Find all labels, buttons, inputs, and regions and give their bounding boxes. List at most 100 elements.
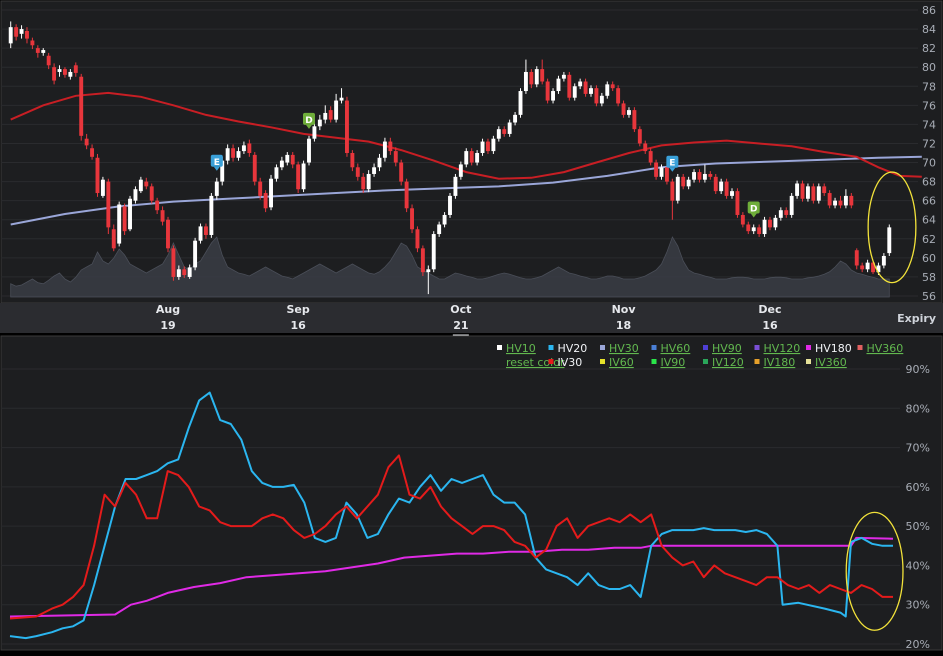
candle-body: [458, 164, 463, 177]
date-month-label: Sep: [287, 303, 310, 316]
candle[interactable]: [252, 152, 257, 186]
candle[interactable]: [117, 201, 122, 247]
candle[interactable]: [534, 66, 539, 88]
candle[interactable]: [464, 148, 469, 168]
marker-letter: D: [750, 205, 757, 215]
candle[interactable]: [296, 161, 301, 194]
candle-body: [540, 69, 545, 82]
candle-body: [274, 167, 279, 179]
candle[interactable]: [545, 78, 550, 104]
candle[interactable]: [735, 188, 740, 218]
candle-body: [415, 229, 420, 249]
candle[interactable]: [724, 178, 729, 199]
candle[interactable]: [811, 183, 816, 204]
candle-body: [312, 126, 317, 139]
candle[interactable]: [616, 85, 621, 107]
candle[interactable]: [193, 237, 198, 271]
candle[interactable]: [654, 159, 659, 180]
candle[interactable]: [789, 193, 794, 218]
candle[interactable]: [399, 159, 404, 186]
candle[interactable]: [209, 193, 214, 238]
candle-body: [404, 181, 409, 209]
candle-body: [805, 186, 810, 199]
chart-container: E D E D 86 84 82 80 78 76 74 72 70 68 66 64 62 60 58 56 Au…: [0, 0, 943, 652]
candle-body: [496, 129, 501, 139]
candle[interactable]: [420, 245, 425, 276]
candle-body: [431, 234, 436, 270]
legend-item-reset-color[interactable]: reset color: [506, 356, 565, 369]
price-panel: E D E D 86 84 82 80 78 76 74 72 70 68 66 64 62 60 58 56: [0, 0, 943, 304]
candle[interactable]: [567, 71, 572, 101]
candle[interactable]: [128, 195, 132, 232]
candle-body: [551, 91, 555, 101]
legend-swatch: [754, 345, 760, 350]
candle[interactable]: [166, 216, 170, 253]
candle-body: [464, 151, 469, 165]
candle[interactable]: [453, 173, 458, 199]
price-tick-label: 68: [922, 176, 936, 189]
candle[interactable]: [269, 174, 273, 211]
candle-body: [8, 27, 13, 44]
date-day-label[interactable]: 21: [453, 319, 468, 332]
date-day-label[interactable]: 16: [290, 319, 306, 332]
date-month-label: Aug: [156, 303, 180, 316]
expiry-label[interactable]: Expiry: [897, 312, 936, 325]
date-day-label[interactable]: 16: [762, 319, 778, 332]
candle[interactable]: [816, 183, 821, 204]
candle[interactable]: [149, 183, 154, 204]
price-tick-label: 76: [922, 99, 936, 112]
candle[interactable]: [518, 88, 523, 118]
candle[interactable]: [171, 245, 176, 281]
candle[interactable]: [95, 153, 100, 197]
candle[interactable]: [415, 226, 420, 253]
candle[interactable]: [675, 173, 680, 204]
candle[interactable]: [106, 178, 111, 235]
candle[interactable]: [79, 73, 84, 141]
candle[interactable]: [345, 96, 349, 157]
candle[interactable]: [410, 204, 414, 234]
date-day-label[interactable]: 18: [616, 319, 631, 332]
candle-body: [800, 183, 805, 199]
candle-body: [25, 30, 29, 39]
legend-label: IV60: [609, 356, 634, 369]
candle-body: [209, 195, 214, 235]
candle-body: [486, 141, 490, 152]
candle[interactable]: [448, 193, 452, 218]
candle[interactable]: [301, 160, 306, 193]
candle-body: [784, 210, 789, 215]
candle[interactable]: [594, 85, 599, 107]
candle[interactable]: [307, 135, 311, 166]
candle-body: [117, 204, 122, 244]
candle-body: [746, 224, 751, 232]
candle[interactable]: [122, 203, 127, 235]
candle-body: [252, 154, 257, 182]
candle[interactable]: [713, 173, 718, 194]
candle-body: [545, 81, 550, 101]
candle[interactable]: [404, 178, 409, 213]
candle[interactable]: [637, 126, 642, 147]
candle[interactable]: [887, 224, 892, 256]
candle[interactable]: [762, 216, 767, 237]
candle[interactable]: [198, 223, 203, 244]
candle-body: [730, 191, 734, 196]
legend-swatch: [806, 345, 811, 350]
marker-letter: E: [669, 159, 675, 169]
candle-body: [41, 50, 46, 53]
date-day-label[interactable]: 19: [160, 319, 175, 332]
candle[interactable]: [100, 176, 105, 198]
legend-label: IV180: [764, 356, 796, 369]
candle-body: [30, 40, 35, 46]
candle[interactable]: [800, 180, 805, 202]
vol-tick-label: 60%: [906, 481, 930, 494]
candle-body: [854, 250, 859, 266]
candle-body: [57, 69, 62, 72]
vol-tick-label: 30%: [906, 599, 930, 612]
candle-body: [393, 151, 398, 163]
candle-body: [345, 100, 349, 153]
candle[interactable]: [431, 231, 436, 273]
candle[interactable]: [632, 107, 637, 133]
candle-body: [84, 138, 89, 146]
candle-body: [681, 176, 686, 187]
candle-body: [670, 181, 675, 201]
candle-body: [258, 181, 263, 196]
